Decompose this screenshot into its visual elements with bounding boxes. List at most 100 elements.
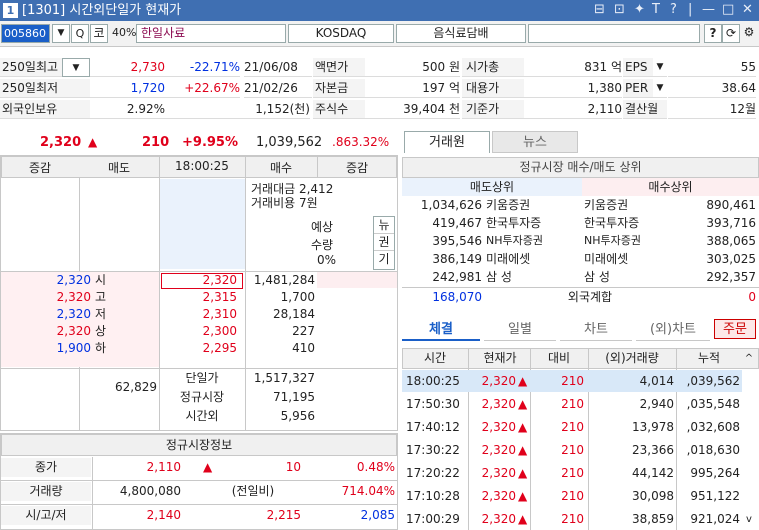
sell-broker-2[interactable]: NH투자증권 xyxy=(486,232,580,250)
ask-tag-3: 상 xyxy=(95,324,107,338)
sell-broker-0[interactable]: 키움증권 xyxy=(486,196,580,214)
sector-field: 음식료담배 xyxy=(396,24,526,43)
volume-label: 거래량 xyxy=(1,482,91,501)
scroll-up-icon[interactable]: ^ xyxy=(742,349,756,368)
tab-chart[interactable]: 차트 xyxy=(560,319,632,341)
close-value: 2,110 xyxy=(146,460,181,474)
header-volume-col: (외)거래량 xyxy=(605,351,659,365)
market-field: KOSDAQ xyxy=(288,24,394,43)
foreign-buy-total: 0 xyxy=(748,290,756,304)
korean-toggle[interactable]: 코 xyxy=(90,24,108,43)
tab-foreign-chart[interactable]: (외)차트 xyxy=(636,319,710,341)
market-cap-label: 시가총 xyxy=(462,58,524,77)
refresh-icon[interactable]: ⟳ xyxy=(722,24,740,43)
minimize-icon[interactable]: — xyxy=(702,1,715,19)
trade-cumulative-1: ,035,548 xyxy=(686,397,740,411)
broker-panel: 거래원 뉴스 정규시장 매수/매도 상위 매도상위 매수상위 1,034,626… xyxy=(400,131,759,317)
market-cap-value: 831 억 xyxy=(524,58,622,77)
high-250-dropdown-icon[interactable]: ▼ xyxy=(62,58,90,77)
stock-code-input[interactable]: 005860 xyxy=(1,24,50,43)
capital-label: 자본금 xyxy=(313,79,365,98)
volume-value: 4,800,080 xyxy=(119,484,181,498)
base-price-value: 2,110 xyxy=(524,100,622,119)
buy-broker-1[interactable]: 한국투자증 xyxy=(584,214,674,232)
orderbook-panel: 증감 매도 18:00:25 매수 증감 거래대금 2,412 거래비용 7원 … xyxy=(0,155,398,431)
buy-volume-4: 292,357 xyxy=(706,270,756,284)
trade-cumulative-0: ,039,562 xyxy=(686,374,740,388)
sell-broker-4[interactable]: 삼 성 xyxy=(486,268,580,286)
after-hours-label: 시간외 xyxy=(185,409,219,423)
high-250-label: 250일최고 xyxy=(0,58,62,77)
ask-level-3[interactable]: 2,300 xyxy=(161,323,237,340)
sell-volume-0: 1,034,626 xyxy=(420,198,482,212)
foreign-ownership-value: 2.92% xyxy=(90,100,165,119)
window-title: [1301] 시간외단일가 현재가 xyxy=(22,3,182,18)
ask-tag-0: 시 xyxy=(95,273,107,287)
order-button[interactable]: 주문 xyxy=(714,319,756,339)
tab-news[interactable]: 뉴스 xyxy=(492,131,578,153)
trade-time-1: 17:50:30 xyxy=(406,397,460,411)
close-up-icon: ▲ xyxy=(203,460,213,474)
sell-broker-1[interactable]: 한국투자증 xyxy=(486,214,580,232)
trade-cost: 거래비용 7원 xyxy=(251,196,318,210)
single-price-label: 단일가 xyxy=(185,371,219,385)
tab-daily[interactable]: 일별 xyxy=(484,319,556,341)
news-tab[interactable]: 뉴 xyxy=(374,217,394,234)
substitute-price-value: 1,380 xyxy=(524,79,622,98)
ask-level-0[interactable]: 2,320 xyxy=(161,272,237,289)
buy-broker-2[interactable]: NH투자증권 xyxy=(584,232,674,250)
par-value: 500 원 xyxy=(365,58,460,77)
buy-broker-0[interactable]: 키움증권 xyxy=(584,196,674,214)
trade-price-6: 2,320 xyxy=(481,512,516,526)
volume-ratio: .863.32% xyxy=(332,135,390,149)
ask-level-4[interactable]: 2,295 xyxy=(161,340,237,357)
ask-level-2[interactable]: 2,310 xyxy=(161,306,237,323)
maximize-icon[interactable]: □ xyxy=(722,1,734,19)
tab-executions[interactable]: 체결 xyxy=(402,319,480,341)
trade-time-6: 17:00:29 xyxy=(406,512,460,526)
capital-value: 197 억 xyxy=(365,79,460,98)
fiscal-month-label: 결산월 xyxy=(623,100,667,119)
trade-cumulative-6: 921,024 xyxy=(690,512,740,526)
ask-level-1[interactable]: 2,315 xyxy=(161,289,237,306)
high-250-value: 2,730 xyxy=(90,58,165,77)
trade-price-5: 2,320 xyxy=(481,489,516,503)
tab-broker[interactable]: 거래원 xyxy=(404,131,490,153)
pin-icon[interactable]: ✦ xyxy=(634,1,645,19)
summary-left-value: 62,829 xyxy=(115,380,157,394)
help-button[interactable]: ? xyxy=(704,24,722,43)
buy-broker-4[interactable]: 삼 성 xyxy=(584,268,674,286)
news-rights-button[interactable]: 뉴 권 기 xyxy=(373,216,395,270)
eps-dropdown-icon[interactable]: ▼ xyxy=(653,58,667,77)
eps-label: EPS xyxy=(623,58,653,77)
per-dropdown-icon[interactable]: ▼ xyxy=(653,79,667,98)
price-change: 210 xyxy=(142,135,170,150)
trade-up-icon-0: ▲ xyxy=(518,374,528,388)
stock-info-panel: 250일최고 ▼ 2,730 -22.71% 21/06/08 액면가 500 … xyxy=(0,58,759,124)
font-size-icon[interactable]: T xyxy=(652,1,660,19)
scroll-down-icon[interactable]: v xyxy=(742,510,756,529)
ask-tag-1: 고 xyxy=(95,290,107,304)
trade-change-0: 210 xyxy=(561,374,584,388)
ask-tag-2: 저 xyxy=(95,307,107,321)
ask-price-4: 1,900 xyxy=(56,341,91,355)
single-price-value: 1,517,327 xyxy=(253,371,315,385)
help-icon[interactable]: ? xyxy=(670,1,677,19)
trade-volume-6: 38,859 xyxy=(632,512,674,526)
ask-empty-area xyxy=(160,179,245,269)
settings-gear-icon[interactable]: ⚙ xyxy=(740,24,758,43)
header-time-col: 시간 xyxy=(423,351,447,365)
trades-panel: 체결 일별 차트 (외)차트 주문 시간 현재가 대비 (외)거래량 누적 ^ … xyxy=(400,319,759,530)
sell-broker-3[interactable]: 미래에셋 xyxy=(486,250,580,268)
header-ask: 매도 xyxy=(107,161,131,175)
other-tab[interactable]: 기 xyxy=(374,251,394,268)
search-icon[interactable]: Q xyxy=(71,24,89,43)
per-label: PER xyxy=(623,79,653,98)
stock-name-field[interactable]: 한일사료 xyxy=(136,24,286,43)
close-icon[interactable]: ✕ xyxy=(742,1,753,19)
rights-tab[interactable]: 권 xyxy=(374,234,394,251)
minimize-window-icon[interactable]: ⊟ xyxy=(594,1,605,19)
restore-window-icon[interactable]: ⊡ xyxy=(614,1,625,19)
code-dropdown-icon[interactable]: ▼ xyxy=(52,24,70,43)
buy-broker-3[interactable]: 미래에셋 xyxy=(584,250,674,268)
